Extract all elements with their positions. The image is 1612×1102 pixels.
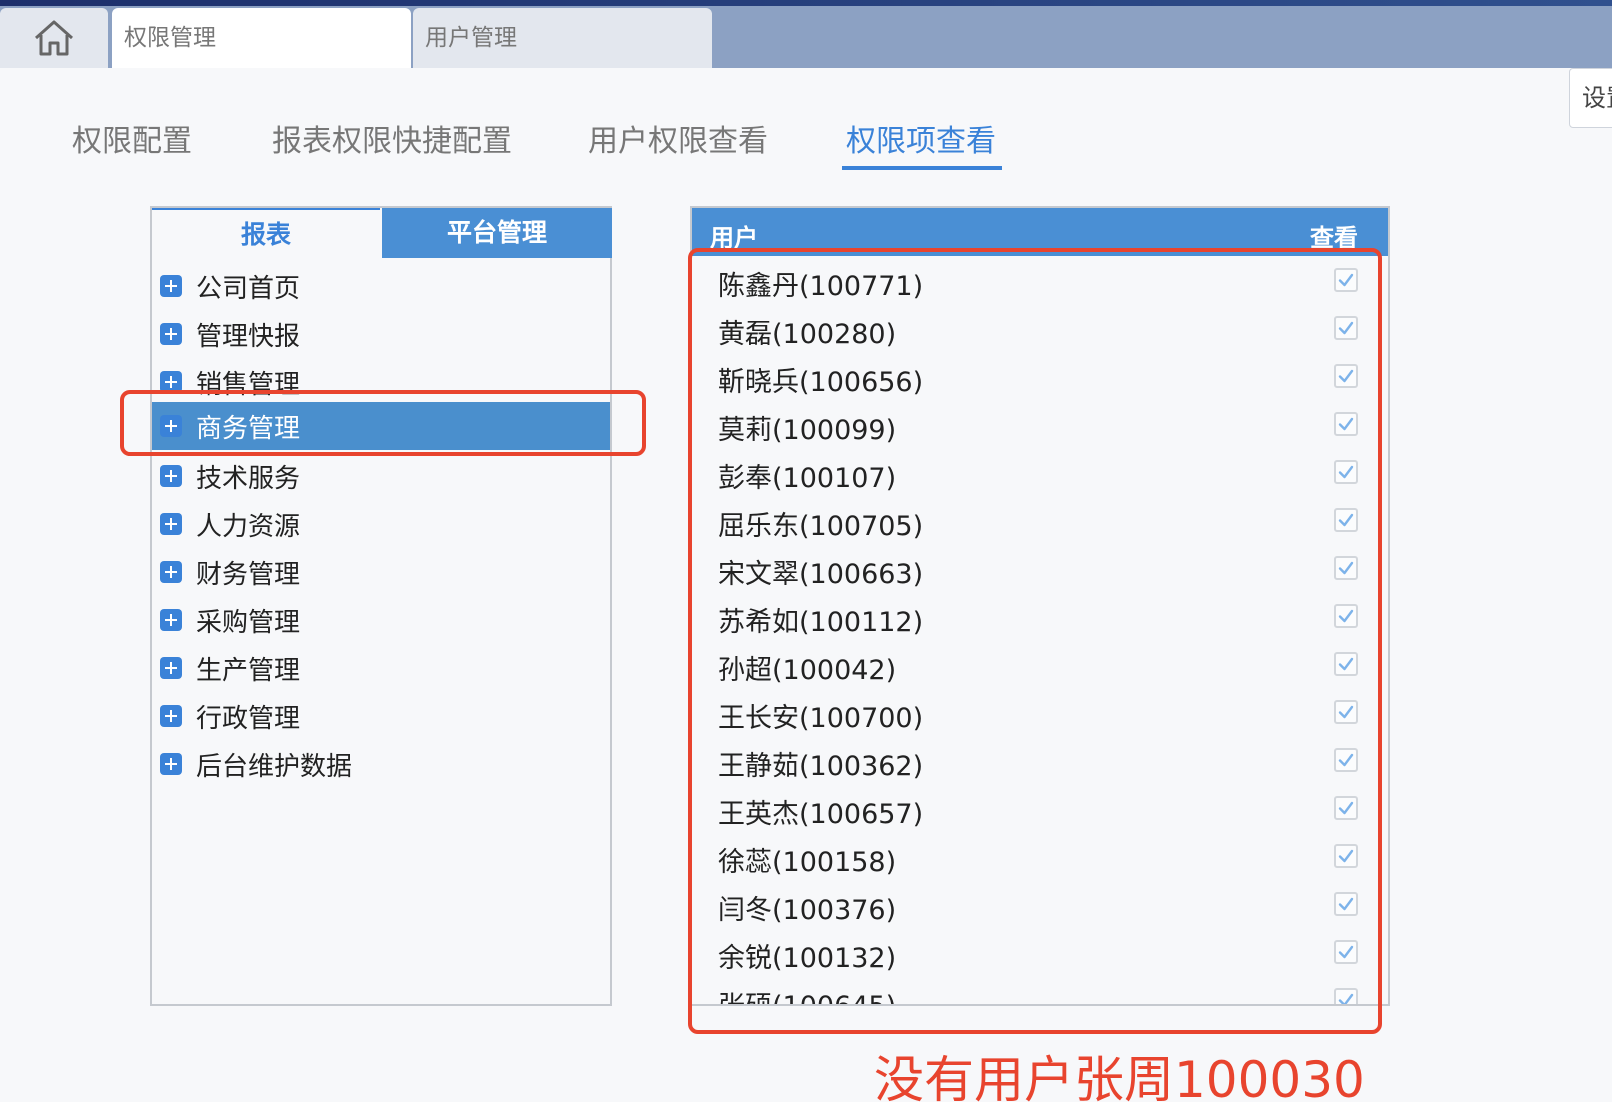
window-top-edge: [0, 0, 1612, 6]
tree-item-label: 后台维护数据: [196, 751, 353, 782]
annotation-note: 没有用户张周100030: [874, 1051, 1365, 1102]
tree-item-label: 管理快报: [196, 321, 301, 352]
tree-item[interactable]: 行政管理: [152, 692, 610, 740]
tab-reports[interactable]: 报表: [152, 208, 380, 258]
expand-plus-icon[interactable]: [160, 753, 182, 775]
expand-plus-icon[interactable]: [160, 513, 182, 535]
tree-item-label: 财务管理: [196, 559, 301, 590]
tree-item[interactable]: 财务管理: [152, 548, 610, 596]
tab-user-management[interactable]: 用户管理: [413, 8, 712, 68]
active-tab-underline: [842, 166, 1002, 170]
tab-permission-item-view[interactable]: 权限项查看: [846, 116, 996, 160]
tree-item-label: 公司首页: [196, 273, 301, 304]
highlight-box-user-list: [688, 248, 1382, 1034]
tab-permission-config[interactable]: 权限配置: [72, 116, 192, 160]
tree-item[interactable]: 技术服务: [152, 452, 610, 500]
tab-permission-management[interactable]: 权限管理: [112, 8, 411, 68]
expand-plus-icon[interactable]: [160, 275, 182, 297]
tree-item[interactable]: 人力资源: [152, 500, 610, 548]
expand-plus-icon[interactable]: [160, 657, 182, 679]
home-icon: [35, 20, 73, 56]
tree-item-label: 技术服务: [196, 463, 301, 494]
tree-item[interactable]: 生产管理: [152, 644, 610, 692]
tree-item[interactable]: 后台维护数据: [152, 740, 610, 788]
top-tab-bar: 权限管理 用户管理: [0, 0, 1612, 68]
expand-plus-icon[interactable]: [160, 609, 182, 631]
tree-item[interactable]: 管理快报: [152, 310, 610, 358]
tree-item[interactable]: 采购管理: [152, 596, 610, 644]
expand-plus-icon[interactable]: [160, 465, 182, 487]
tree-item-label: 行政管理: [196, 703, 301, 734]
settings-button[interactable]: 设置: [1569, 68, 1612, 128]
expand-plus-icon[interactable]: [160, 705, 182, 727]
tree-item-label: 人力资源: [196, 511, 301, 542]
expand-plus-icon[interactable]: [160, 323, 182, 345]
highlight-box-selected-item: [120, 390, 646, 456]
tree-item-label: 生产管理: [196, 655, 301, 686]
tab-platform-management[interactable]: 平台管理: [382, 208, 612, 258]
tab-user-permission-view[interactable]: 用户权限查看: [588, 116, 768, 160]
tab-report-quick-config[interactable]: 报表权限快捷配置: [272, 116, 512, 160]
report-tree-panel: 报表 平台管理 公司首页 管理快报 销售管理 商务管理 技术服务 人力资源 财务…: [150, 206, 612, 1006]
expand-plus-icon[interactable]: [160, 561, 182, 583]
tree-item[interactable]: 公司首页: [152, 262, 610, 310]
tree-item-label: 采购管理: [196, 607, 301, 638]
home-tab[interactable]: [0, 8, 108, 68]
